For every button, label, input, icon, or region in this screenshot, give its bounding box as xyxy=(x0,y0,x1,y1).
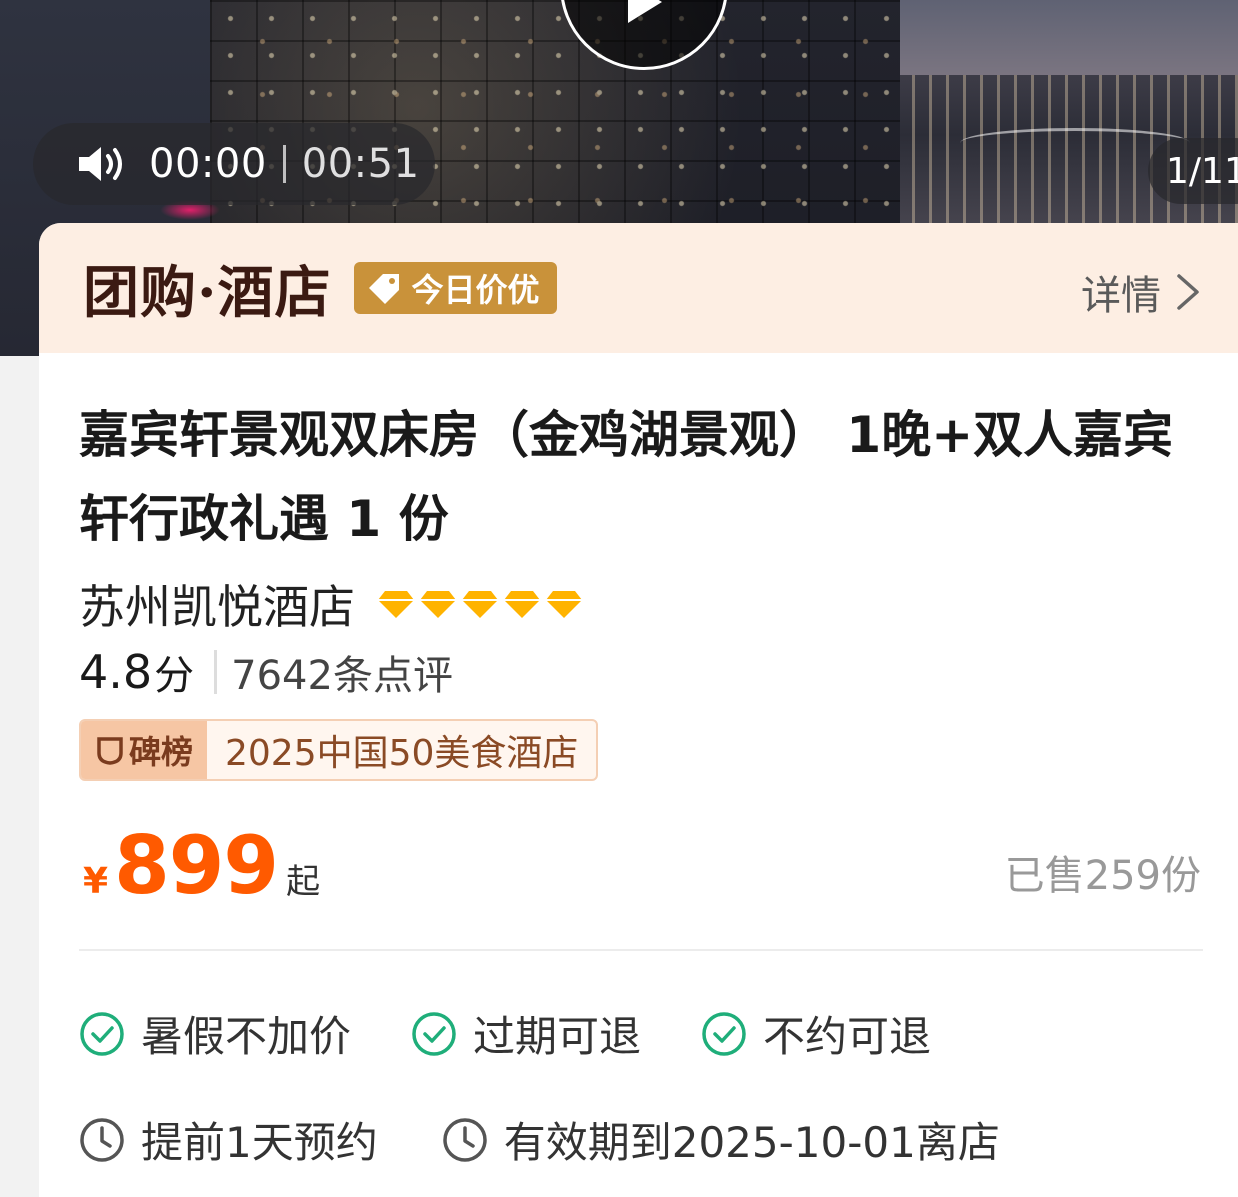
diamond-icon xyxy=(462,591,498,618)
diamond-icon xyxy=(546,591,582,618)
current-time: 00:00 xyxy=(149,141,267,187)
policy-tag: 不约可退 xyxy=(701,1003,931,1064)
clock-icon xyxy=(442,1117,487,1162)
price-value: 899 xyxy=(114,819,279,912)
shield-icon xyxy=(97,737,123,765)
booking-info-item: 有效期到2025-10-01离店 xyxy=(442,1109,1000,1170)
diamond-rating xyxy=(377,589,587,619)
review-count: 7642条点评 xyxy=(231,653,453,699)
policy-tag-label: 过期可退 xyxy=(473,1012,642,1061)
ranking-label: 碑榜 xyxy=(81,721,207,779)
play-icon xyxy=(628,0,662,23)
time-separator xyxy=(282,145,286,183)
product-card: 团购·酒店 今日价优 详情 嘉宾轩景观双床房（金鸡湖景观） 1晚+双人嘉宾轩行政… xyxy=(39,223,1238,1197)
divider xyxy=(79,949,1203,951)
policy-tags: 暑假不加价 过期可退 不约可退 xyxy=(79,1003,991,1064)
card-header: 团购·酒店 今日价优 详情 xyxy=(39,223,1238,353)
today-price-badge: 今日价优 xyxy=(353,262,557,314)
diamond-icon xyxy=(504,591,540,618)
detail-link-label: 详情 xyxy=(1081,273,1161,319)
booking-info: 提前1天预约 有效期到2025-10-01离店 xyxy=(79,1109,1064,1170)
rating-divider xyxy=(214,650,218,694)
price-tag-icon xyxy=(368,274,399,304)
duration: 00:51 xyxy=(301,141,420,187)
image-counter: 1/11 xyxy=(1148,138,1238,204)
policy-tag: 暑假不加价 xyxy=(79,1003,351,1064)
diamond-icon xyxy=(378,591,414,618)
booking-info-item: 提前1天预约 xyxy=(79,1109,378,1170)
sold-count: 已售259份 xyxy=(1004,853,1201,899)
ranking-badge[interactable]: 碑榜 2025中国50美食酒店 xyxy=(79,719,599,781)
ranking-title: 2025中国50美食酒店 xyxy=(225,733,579,774)
booking-info-label: 提前1天预约 xyxy=(141,1118,378,1167)
ranking-label-text: 碑榜 xyxy=(128,733,193,771)
rating-row[interactable]: 4.8 分 7642条点评 xyxy=(79,643,453,701)
booking-info-label: 有效期到2025-10-01离店 xyxy=(503,1118,1000,1167)
check-circle-icon xyxy=(80,1011,124,1056)
policy-tag: 过期可退 xyxy=(411,1003,641,1064)
volume-icon[interactable] xyxy=(77,144,129,184)
rating-score: 4.8 xyxy=(79,645,153,699)
policy-tag-label: 不约可退 xyxy=(763,1012,932,1061)
chevron-right-icon xyxy=(1177,274,1199,310)
price-suffix: 起 xyxy=(286,862,321,902)
policy-tag-label: 暑假不加价 xyxy=(141,1012,352,1061)
diamond-icon xyxy=(420,591,456,618)
rating-unit: 分 xyxy=(154,653,195,699)
hotel-row[interactable]: 苏州凯悦酒店 xyxy=(79,571,587,637)
detail-link[interactable]: 详情 xyxy=(1081,263,1201,321)
today-price-label: 今日价优 xyxy=(411,271,540,309)
playback-time-bar: 00:00 00:51 xyxy=(33,123,435,205)
hotel-name: 苏州凯悦酒店 xyxy=(79,580,355,634)
check-circle-icon xyxy=(412,1011,456,1056)
currency-symbol: ¥ xyxy=(83,861,109,902)
price-row: ¥ 899 起 xyxy=(83,819,320,912)
clock-icon xyxy=(80,1117,124,1162)
brand-title: 团购·酒店 xyxy=(83,259,332,326)
product-title: 嘉宾轩景观双床房（金鸡湖景观） 1晚+双人嘉宾轩行政礼遇 1 份 xyxy=(79,406,1174,548)
check-circle-icon xyxy=(702,1011,746,1056)
